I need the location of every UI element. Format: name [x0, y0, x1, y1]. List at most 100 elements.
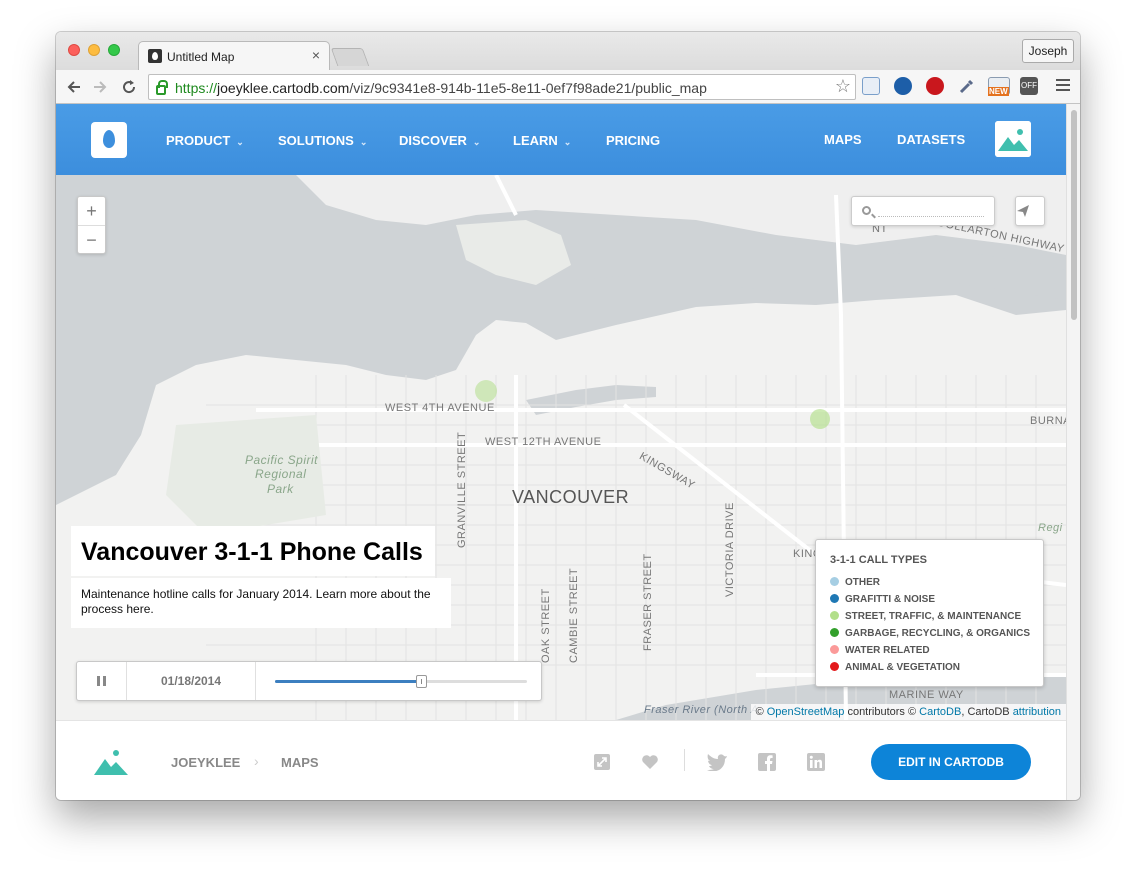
map-label-fraser-river: Fraser River (North A — [644, 704, 759, 716]
legend-swatch — [830, 611, 839, 620]
nav-product[interactable]: PRODUCT ⌄ — [166, 133, 244, 148]
time-slider-track[interactable] — [275, 675, 527, 688]
address-bar[interactable]: https://joeyklee.cartodb.com/viz/9c9341e… — [148, 74, 856, 100]
close-window-button[interactable] — [68, 44, 80, 56]
nav-learn[interactable]: LEARN ⌄ — [513, 133, 571, 148]
legend-item: ANIMAL & VEGETATION — [830, 662, 960, 676]
map-label-fraser: FRASER STREET — [642, 553, 654, 651]
page-viewport: PRODUCT ⌄ SOLUTIONS ⌄ DISCOVER ⌄ LEARN ⌄ PRI… — [56, 104, 1066, 800]
time-slider-handle[interactable] — [416, 675, 428, 688]
search-icon — [862, 206, 871, 215]
page-footer: JOEYKLEE › MAPS EDIT IN CARTODB — [56, 720, 1066, 800]
forward-arrow-icon[interactable] — [92, 79, 108, 95]
lock-icon — [156, 80, 168, 95]
back-arrow-icon[interactable] — [66, 79, 82, 95]
tab-active[interactable]: Untitled Map × — [138, 41, 330, 70]
heart-icon[interactable] — [641, 753, 659, 771]
nav-discover[interactable]: DISCOVER ⌄ — [399, 133, 480, 148]
cartodb-link[interactable]: CartoDB — [919, 706, 961, 718]
scrollbar-thumb[interactable] — [1071, 110, 1077, 320]
map-label-oak: OAK STREET — [540, 588, 552, 663]
map-attribution: © OpenStreetMap contributors © CartoDB, … — [750, 704, 1066, 720]
legend-item: OTHER — [830, 577, 880, 591]
cartodb-favicon-icon — [148, 49, 162, 63]
map-search-input[interactable] — [851, 196, 995, 226]
chevron-down-icon: ⌄ — [236, 137, 244, 147]
map-label-west-4th: WEST 4TH AVENUE — [385, 402, 495, 414]
page-scrollbar[interactable] — [1066, 104, 1080, 800]
extension-eye-icon[interactable] — [894, 77, 912, 95]
nav-datasets[interactable]: DATASETS — [897, 132, 965, 147]
map-label-pacific-spirit: Pacific Spirit — [245, 453, 319, 467]
map-canvas[interactable]: WEST 4TH AVENUE WEST 12TH AVENUE VANCOUV… — [56, 175, 1066, 720]
tab-strip: Untitled Map × Joseph — [56, 32, 1080, 70]
breadcrumb-user[interactable]: JOEYKLEE — [171, 755, 240, 770]
extension-screen-icon[interactable] — [862, 77, 880, 95]
paper-plane-icon — [1017, 205, 1029, 217]
zoom-control: + − — [77, 196, 106, 254]
zoom-in-button[interactable]: + — [78, 197, 105, 226]
minimize-window-button[interactable] — [88, 44, 100, 56]
fullscreen-icon[interactable] — [593, 753, 611, 771]
extension-off-icon[interactable]: OFF — [1020, 77, 1038, 95]
edit-in-cartodb-button[interactable]: EDIT IN CARTODB — [871, 744, 1031, 780]
legend-item: WATER RELATED — [830, 645, 930, 659]
profile-button[interactable]: Joseph — [1022, 39, 1074, 63]
mountain-logo-icon[interactable] — [94, 747, 128, 775]
breadcrumb-separator: › — [254, 753, 259, 769]
nav-solutions[interactable]: SOLUTIONS ⌄ — [278, 133, 367, 148]
reload-icon[interactable] — [120, 78, 138, 96]
zoom-window-button[interactable] — [108, 44, 120, 56]
chevron-down-icon: ⌄ — [563, 137, 572, 147]
tab-close-icon[interactable]: × — [312, 47, 320, 63]
extension-eyedropper-icon[interactable] — [958, 77, 976, 95]
legend-swatch — [830, 594, 839, 603]
map-label-west-12th: WEST 12TH AVENUE — [485, 436, 602, 448]
map-label-pacific-spirit-park: Park — [267, 482, 294, 496]
time-slider: 01/18/2014 — [76, 661, 542, 701]
legend-swatch — [830, 662, 839, 671]
nav-maps[interactable]: MAPS — [824, 132, 862, 147]
linkedin-icon[interactable] — [807, 753, 825, 771]
chevron-down-icon: ⌄ — [359, 137, 368, 147]
bookmark-star-icon[interactable]: ☆ — [835, 76, 851, 97]
pause-icon[interactable] — [77, 662, 127, 700]
legend-swatch — [830, 645, 839, 654]
browser-toolbar: https://joeyklee.cartodb.com/viz/9c9341e… — [56, 70, 1080, 104]
browser-menu-icon[interactable] — [1056, 79, 1070, 94]
nav-pricing[interactable]: PRICING — [606, 133, 660, 148]
map-label-granville: GRANVILLE STREET — [456, 431, 468, 548]
cartodb-logo-icon[interactable] — [91, 122, 127, 158]
time-slider-date: 01/18/2014 — [127, 662, 256, 700]
browser-window: Untitled Map × Joseph https://joeyklee.c… — [56, 32, 1080, 800]
cartodb-header: PRODUCT ⌄ SOLUTIONS ⌄ DISCOVER ⌄ LEARN ⌄ PRI… — [56, 104, 1066, 175]
zoom-out-button[interactable]: − — [78, 226, 105, 255]
map-label-regional-cut: Regi — [1038, 522, 1063, 534]
attribution-link[interactable]: attribution — [1013, 706, 1061, 718]
map-label-burnaby-cut: BURNA — [1030, 415, 1066, 427]
facebook-icon[interactable] — [758, 753, 776, 771]
legend-title: 3-1-1 CALL TYPES — [830, 554, 927, 566]
new-tab-button[interactable] — [330, 48, 370, 66]
map-label-marine-way: MARINE WAY — [889, 689, 964, 701]
user-avatar[interactable] — [995, 121, 1031, 157]
extension-stop-icon[interactable] — [926, 77, 944, 95]
legend-swatch — [830, 577, 839, 586]
share-button[interactable] — [1015, 196, 1045, 226]
tab-title: Untitled Map — [167, 50, 235, 64]
osm-link[interactable]: OpenStreetMap — [767, 706, 845, 718]
twitter-icon[interactable] — [706, 753, 728, 771]
legend-item: GARBAGE, RECYCLING, & ORGANICS — [830, 628, 1030, 642]
map-description: Maintenance hotline calls for January 20… — [81, 587, 431, 616]
legend-item: GRAFITTI & NOISE — [830, 594, 935, 608]
map-label-vancouver: VANCOUVER — [512, 487, 630, 507]
map-label-cambie: CAMBIE STREET — [568, 567, 580, 663]
mountain-avatar-icon — [995, 121, 1031, 157]
chevron-down-icon: ⌄ — [472, 137, 481, 147]
legend-item: STREET, TRAFFIC, & MAINTENANCE — [830, 611, 1021, 625]
extension-new-icon[interactable]: NEW — [988, 77, 1010, 96]
map-label-pacific-spirit-regional: Regional — [255, 467, 307, 481]
map-title-box: Vancouver 3-1-1 Phone Calls — [71, 526, 435, 576]
url-text[interactable]: https://joeyklee.cartodb.com/viz/9c9341e… — [175, 80, 707, 96]
breadcrumb-maps[interactable]: MAPS — [281, 755, 319, 770]
